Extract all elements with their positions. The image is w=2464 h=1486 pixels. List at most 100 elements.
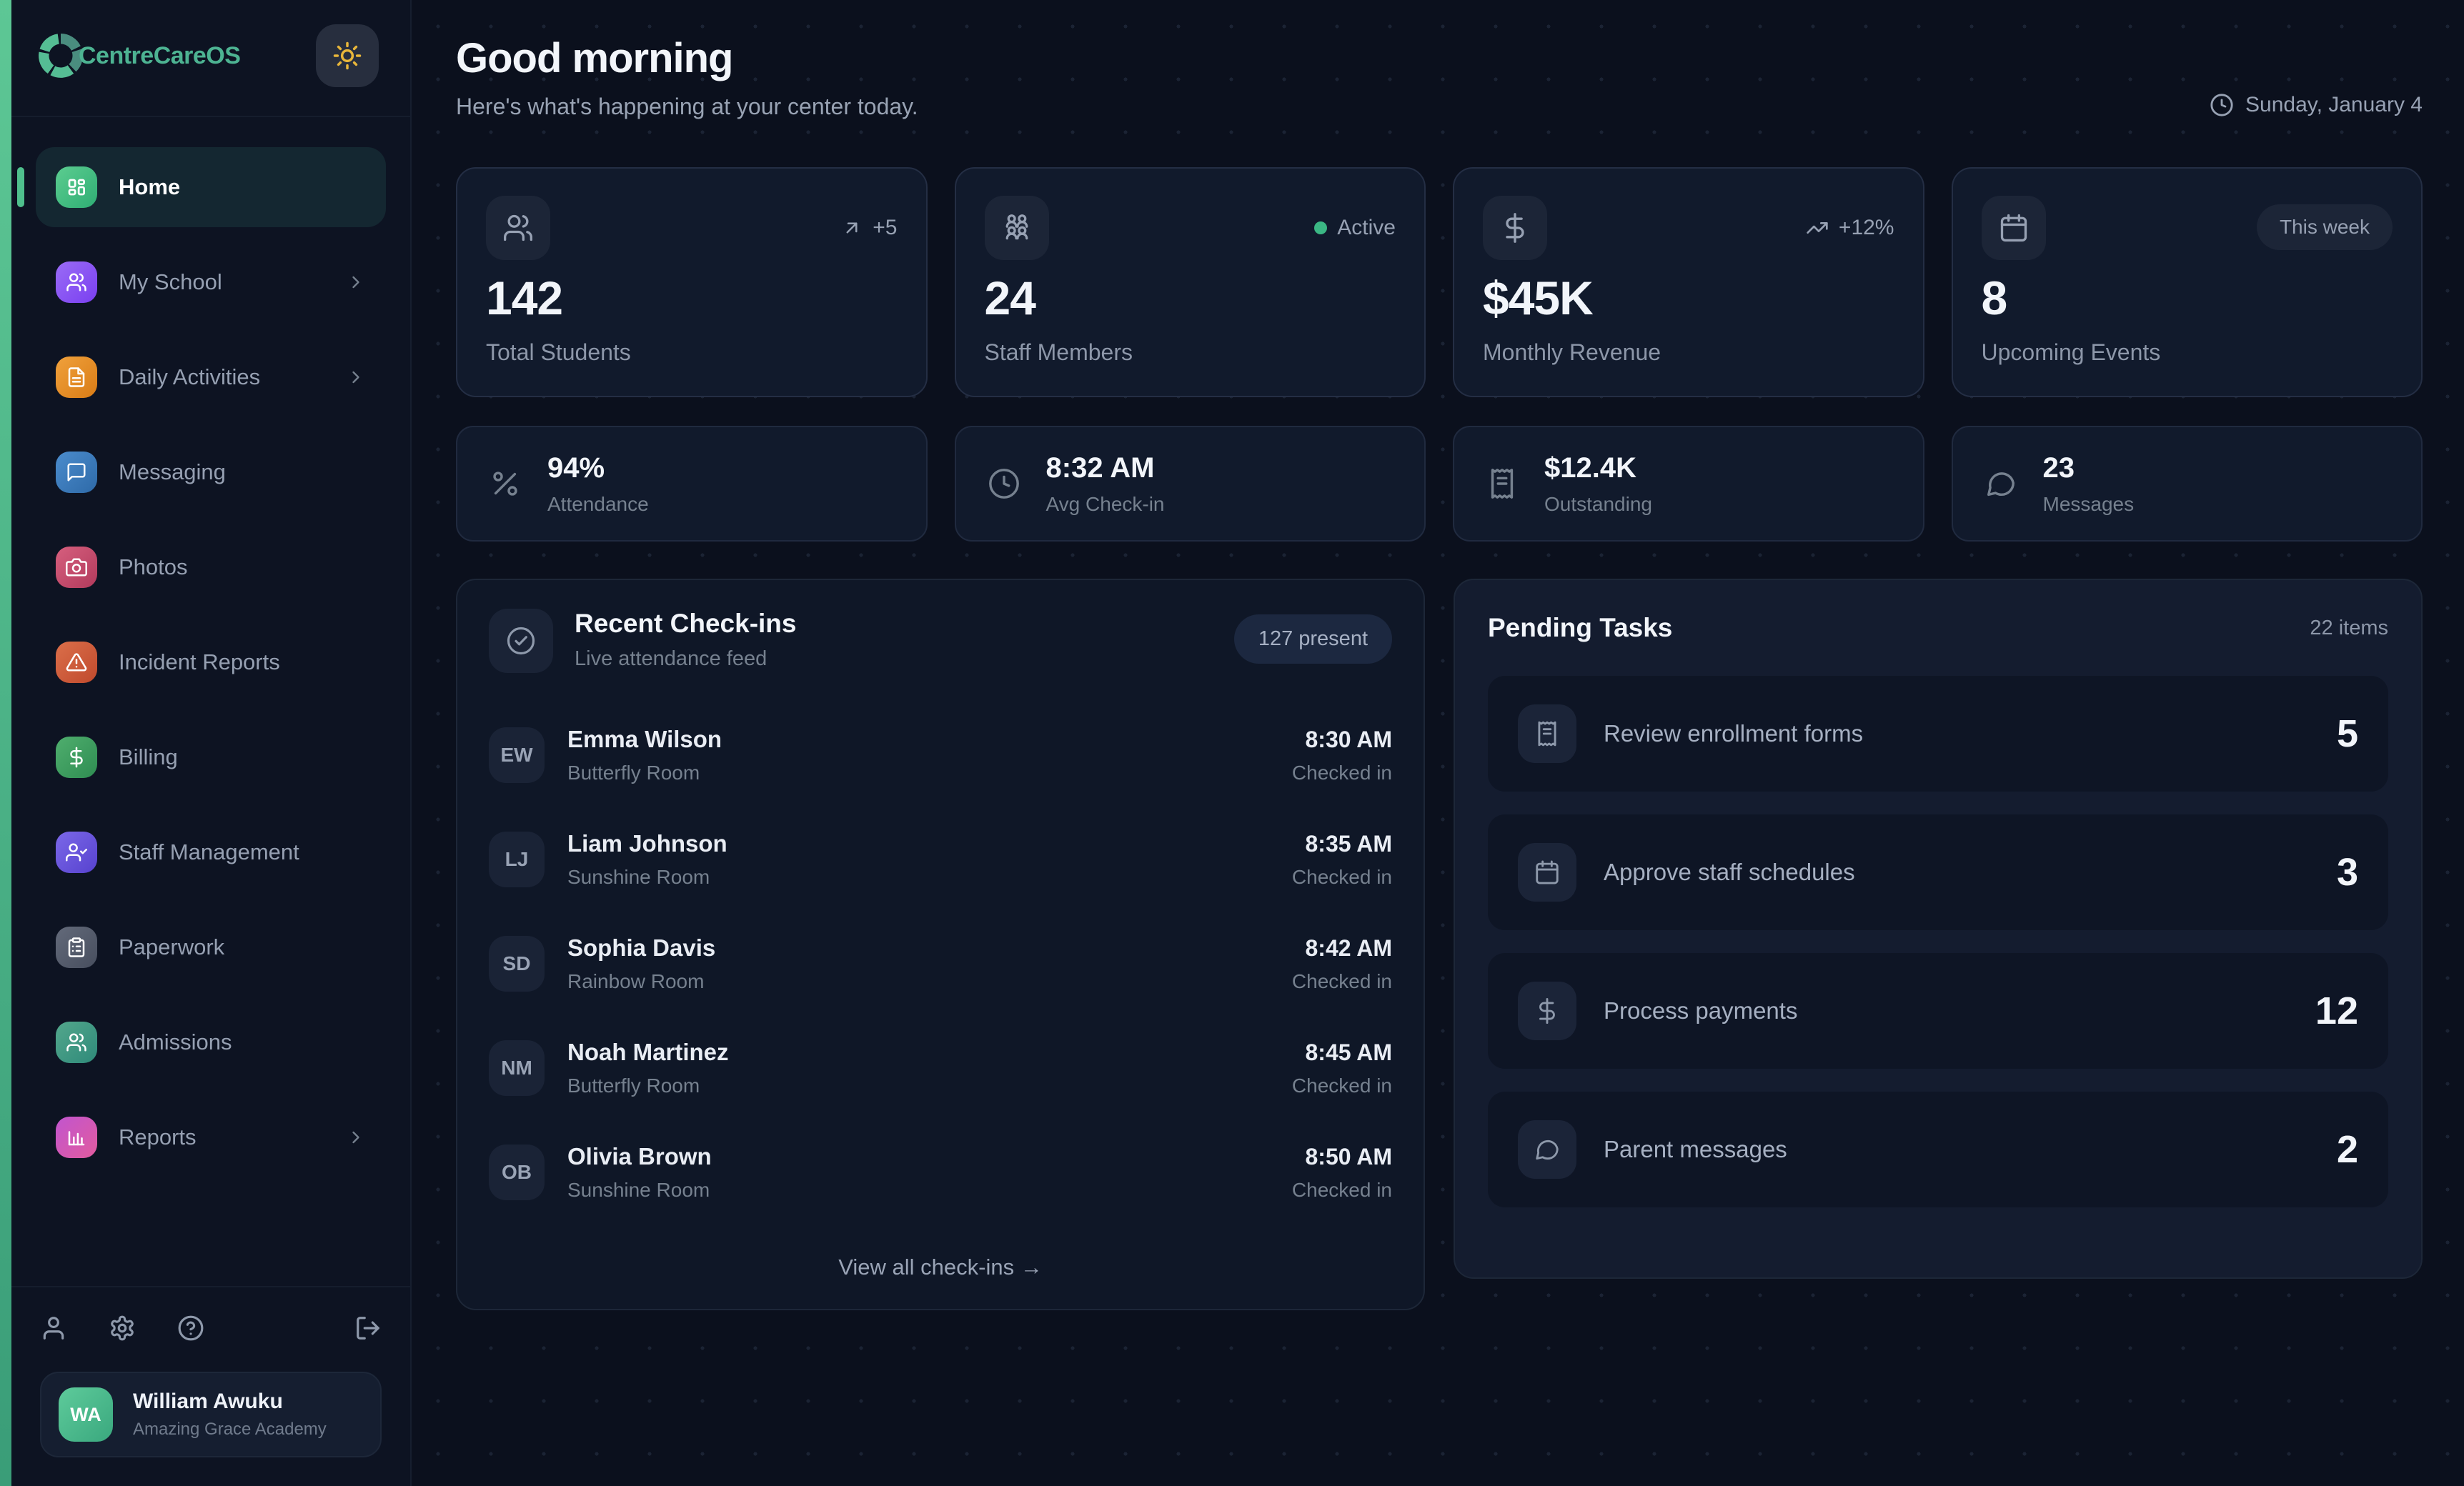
- recent-checkins-panel: Recent Check-ins Live attendance feed 12…: [456, 579, 1425, 1310]
- checkin-time: 8:35 AM: [1292, 831, 1392, 857]
- arrow-up-right-icon: [841, 217, 863, 239]
- message-circle-icon: [1984, 467, 2017, 500]
- page-subtitle: Here's what's happening at your center t…: [456, 94, 918, 120]
- profile-icon[interactable]: [40, 1315, 67, 1342]
- main-content: Good morning Here's what's happening at …: [412, 0, 2464, 1486]
- task-label: Parent messages: [1604, 1136, 1787, 1163]
- task-row-review-enrollment-forms[interactable]: Review enrollment forms 5: [1488, 676, 2388, 792]
- sidebar-item-staff-management[interactable]: Staff Management: [36, 812, 386, 892]
- user-check-icon: [56, 832, 97, 873]
- quick-stat-outstanding: $12.4K Outstanding: [1453, 426, 1924, 542]
- sidebar-item-photos[interactable]: Photos: [36, 527, 386, 607]
- gear-icon[interactable]: [109, 1315, 136, 1342]
- sidebar-item-label: Reports: [119, 1125, 197, 1150]
- student-name: Olivia Brown: [567, 1143, 712, 1170]
- quick-stat-avg-checkin: 8:32 AM Avg Check-in: [955, 426, 1426, 542]
- receipt-icon: [1518, 704, 1576, 763]
- date-display: Sunday, January 4: [2210, 93, 2423, 117]
- check-circle-icon: [489, 609, 553, 673]
- stat-value: 8: [1982, 271, 2393, 325]
- quick-stat-label: Messages: [2043, 493, 2135, 516]
- task-row-approve-staff-schedules[interactable]: Approve staff schedules 3: [1488, 814, 2388, 930]
- task-label: Process payments: [1604, 997, 1797, 1024]
- sidebar-item-home[interactable]: Home: [36, 147, 386, 227]
- sidebar-item-admissions[interactable]: Admissions: [36, 1002, 386, 1082]
- users-icon: [486, 196, 550, 260]
- alert-triangle-icon: [56, 642, 97, 683]
- checkin-row[interactable]: EW Emma Wilson Butterfly Room 8:30 AM Ch…: [489, 703, 1392, 807]
- receipt-icon: [1486, 467, 1519, 500]
- panel-title: Pending Tasks: [1488, 613, 1672, 643]
- stat-card-staff-members: Active 24 Staff Members: [955, 167, 1426, 397]
- student-name: Liam Johnson: [567, 830, 727, 857]
- panel-title: Recent Check-ins: [575, 609, 797, 639]
- brand-logo-icon: [37, 32, 84, 79]
- sidebar-item-label: Admissions: [119, 1029, 232, 1055]
- sidebar-item-paperwork[interactable]: Paperwork: [36, 907, 386, 987]
- checkin-row[interactable]: NM Noah Martinez Butterfly Room 8:45 AM …: [489, 1016, 1392, 1120]
- stat-trend: +5: [841, 216, 897, 240]
- logout-icon[interactable]: [354, 1315, 382, 1342]
- view-all-checkins-link[interactable]: View all check-ins →: [489, 1255, 1392, 1280]
- sidebar: CentreCareOS: [0, 0, 412, 1486]
- present-count-badge: 127 present: [1234, 614, 1392, 664]
- quick-stat-label: Attendance: [547, 493, 649, 516]
- quick-stat-messages: 23 Messages: [1952, 426, 2423, 542]
- checkin-time: 8:30 AM: [1292, 727, 1392, 753]
- checkin-list: EW Emma Wilson Butterfly Room 8:30 AM Ch…: [489, 703, 1392, 1225]
- camera-icon: [56, 547, 97, 588]
- users-icon: [56, 1022, 97, 1063]
- theme-toggle-button[interactable]: [316, 24, 379, 87]
- brand-name: CentreCareOS: [79, 42, 240, 70]
- avatar: LJ: [489, 832, 545, 887]
- active-dot-icon: [1314, 221, 1327, 234]
- page-title: Good morning: [456, 34, 918, 82]
- sidebar-nav: Home My School: [11, 117, 410, 1177]
- student-name: Noah Martinez: [567, 1039, 729, 1066]
- pending-tasks-panel: Pending Tasks 22 items Review enrollment…: [1454, 579, 2423, 1279]
- sidebar-item-messaging[interactable]: Messaging: [36, 432, 386, 512]
- quick-stat-value: 23: [2043, 452, 2135, 484]
- task-row-process-payments[interactable]: Process payments 12: [1488, 953, 2388, 1069]
- task-count: 3: [2337, 850, 2358, 894]
- users-group-icon: [985, 196, 1049, 260]
- sidebar-item-label: Paperwork: [119, 934, 224, 960]
- checkin-row[interactable]: SD Sophia Davis Rainbow Room 8:42 AM Che…: [489, 912, 1392, 1016]
- sidebar-item-label: Daily Activities: [119, 364, 260, 390]
- calendar-icon: [1518, 843, 1576, 902]
- quick-stat-attendance: 94% Attendance: [456, 426, 928, 542]
- users-icon: [56, 261, 97, 303]
- sidebar-item-daily-activities[interactable]: Daily Activities: [36, 337, 386, 417]
- dollar-icon: [1518, 982, 1576, 1040]
- stat-label: Monthly Revenue: [1483, 339, 1894, 366]
- sidebar-item-reports[interactable]: Reports: [36, 1097, 386, 1177]
- chevron-right-icon: [346, 272, 366, 292]
- user-organization: Amazing Grace Academy: [133, 1420, 327, 1440]
- room-name: Sunshine Room: [567, 866, 727, 889]
- sidebar-item-billing[interactable]: Billing: [36, 717, 386, 797]
- stat-value: 142: [486, 271, 898, 325]
- help-icon[interactable]: [177, 1315, 204, 1342]
- message-square-icon: [56, 452, 97, 493]
- checkin-row[interactable]: LJ Liam Johnson Sunshine Room 8:35 AM Ch…: [489, 807, 1392, 912]
- user-card[interactable]: WA William Awuku Amazing Grace Academy: [40, 1372, 382, 1457]
- room-name: Rainbow Room: [567, 970, 715, 993]
- quick-stats-row: 94% Attendance 8:32 AM Avg Check-in: [456, 426, 2423, 542]
- task-label: Approve staff schedules: [1604, 859, 1855, 886]
- task-count: 12: [2315, 989, 2358, 1033]
- clipboard-icon: [56, 927, 97, 968]
- stat-cards-row: +5 142 Total Students Active: [456, 167, 2423, 397]
- student-name: Emma Wilson: [567, 726, 722, 753]
- stat-card-upcoming-events: This week 8 Upcoming Events: [1952, 167, 2423, 397]
- clock-icon: [988, 467, 1020, 500]
- dashboard-icon: [56, 166, 97, 208]
- sidebar-item-my-school[interactable]: My School: [36, 242, 386, 322]
- checkin-row[interactable]: OB Olivia Brown Sunshine Room 8:50 AM Ch…: [489, 1120, 1392, 1225]
- room-name: Butterfly Room: [567, 762, 722, 784]
- task-row-parent-messages[interactable]: Parent messages 2: [1488, 1092, 2388, 1207]
- sidebar-item-incident-reports[interactable]: Incident Reports: [36, 622, 386, 702]
- dollar-icon: [1483, 196, 1547, 260]
- brand: CentreCareOS: [37, 32, 240, 79]
- task-count: 5: [2337, 712, 2358, 756]
- chevron-right-icon: [346, 367, 366, 387]
